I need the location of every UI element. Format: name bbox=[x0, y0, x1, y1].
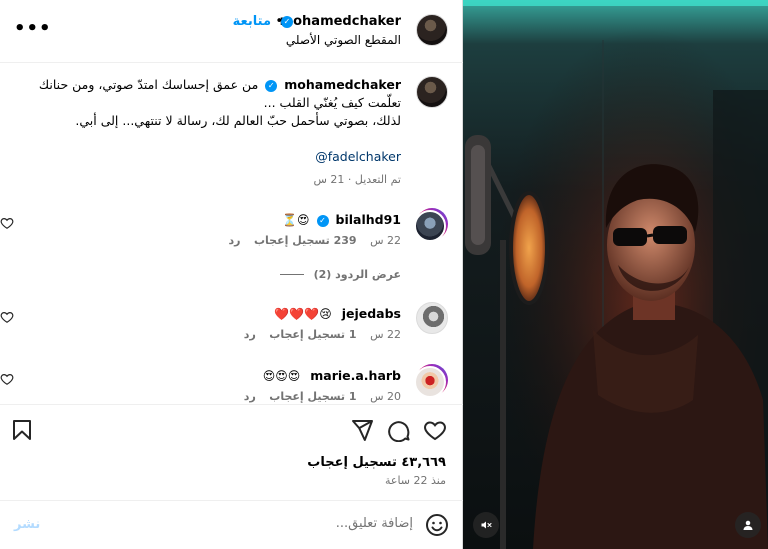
author-avatar[interactable] bbox=[416, 14, 448, 46]
comment-reply-button[interactable]: رد bbox=[244, 390, 256, 403]
add-comment-bar: نشر bbox=[0, 500, 463, 549]
caption-username[interactable]: mohamedchaker bbox=[284, 77, 401, 92]
separator-dot: • bbox=[275, 14, 283, 29]
comment-line: bilalhd91 ✓ 😍⏳ bbox=[282, 212, 401, 227]
comment-reply-button[interactable]: رد bbox=[228, 234, 240, 247]
follow-button[interactable]: متابعة bbox=[233, 14, 271, 29]
post-comment-button[interactable]: نشر bbox=[14, 517, 40, 532]
caption-line-1: من عمق إحساسك امتدّ صوتي، ومن حنانك bbox=[38, 77, 259, 92]
likes-count[interactable]: ٤٣,٦٦٩ تسجيل إعجاب bbox=[307, 455, 446, 470]
author-username[interactable]: mohamedchaker bbox=[280, 14, 401, 29]
comment-username[interactable]: jejedabs bbox=[342, 306, 401, 321]
like-heart-icon[interactable] bbox=[423, 418, 447, 442]
caption-verified-icon: ✓ bbox=[265, 79, 278, 92]
video-frame bbox=[463, 0, 768, 549]
speaker-muted-icon bbox=[481, 521, 492, 529]
comment-item: jejedabs 😢❤️❤️❤️ 22 س 1 تسجيل إعجاب رد bbox=[0, 302, 448, 352]
comment-meta: 22 س 239 تسجيل إعجاب رد bbox=[218, 234, 401, 247]
comment-likes[interactable]: 1 تسجيل إعجاب bbox=[269, 390, 356, 403]
comment-time: 22 س bbox=[370, 328, 401, 341]
caption-line-2: تعلّمت كيف يُغنّي القلب ... bbox=[263, 95, 401, 110]
comment-time: 20 س bbox=[370, 390, 401, 403]
post-caption: mohamedchaker ✓ من عمق إحساسك امتدّ صوتي… bbox=[18, 76, 448, 189]
share-send-icon[interactable] bbox=[350, 418, 374, 442]
comment-username[interactable]: marie.a.harb bbox=[310, 368, 401, 383]
comment-text: 😢❤️❤️❤️ bbox=[274, 307, 332, 321]
view-replies-label: عرض الردود (2) bbox=[313, 268, 401, 281]
comment-item: bilalhd91 ✓ 😍⏳ 22 س 239 تسجيل إعجاب رد bbox=[0, 208, 448, 258]
mute-toggle-button[interactable] bbox=[473, 512, 499, 538]
commenter-avatar[interactable] bbox=[414, 208, 448, 242]
comment-time: 22 س bbox=[370, 234, 401, 247]
save-bookmark-icon[interactable] bbox=[10, 418, 34, 442]
comment-likes[interactable]: 1 تسجيل إعجاب bbox=[269, 328, 356, 341]
comment-like-heart-icon[interactable] bbox=[0, 216, 14, 230]
caption-avatar[interactable] bbox=[416, 76, 448, 108]
caption-mention-link[interactable]: @fadelchaker bbox=[18, 148, 401, 166]
action-bar bbox=[0, 404, 463, 454]
comment-meta: 22 س 1 تسجيل إعجاب رد bbox=[234, 328, 401, 341]
comment-item: marie.a.harb 😍😍😍 20 س 1 تسجيل إعجاب رد bbox=[0, 364, 448, 404]
comment-text: 😍😍😍 bbox=[262, 369, 301, 383]
more-options-icon[interactable]: ••• bbox=[14, 18, 52, 39]
comment-bubble-icon[interactable] bbox=[387, 418, 411, 442]
commenter-avatar[interactable] bbox=[416, 302, 448, 334]
comment-text: 😍⏳ bbox=[282, 213, 310, 227]
original-audio-link[interactable]: المقطع الصوتي الأصلي bbox=[286, 33, 401, 47]
caption-body: mohamedchaker ✓ من عمق إحساسك امتدّ صوتي… bbox=[18, 76, 401, 189]
comment-username[interactable]: bilalhd91 bbox=[336, 212, 401, 227]
comment-like-heart-icon[interactable] bbox=[0, 372, 14, 386]
post-details-panel: mohamedchaker ✓ • متابعة المقطع الصوتي ا… bbox=[0, 0, 463, 549]
comment-reply-button[interactable]: رد bbox=[244, 328, 256, 341]
tagged-people-button[interactable] bbox=[735, 512, 761, 538]
comment-line: marie.a.harb 😍😍😍 bbox=[263, 368, 401, 383]
comment-likes[interactable]: 239 تسجيل إعجاب bbox=[254, 234, 357, 247]
emoji-picker-icon[interactable] bbox=[425, 513, 449, 537]
comment-input[interactable] bbox=[73, 516, 413, 531]
caption-line-3: لذلك، بصوتي سأحمل حبّ العالم لك، رسالة ل… bbox=[75, 113, 401, 128]
comment-meta: 20 س 1 تسجيل إعجاب رد bbox=[234, 390, 401, 403]
commenter-avatar[interactable] bbox=[414, 364, 448, 398]
caption-edited-time: تم التعديل · 21 س bbox=[313, 173, 401, 186]
view-replies-button[interactable]: عرض الردود (2) bbox=[279, 268, 401, 281]
comments-section[interactable]: mohamedchaker ✓ من عمق إحساسك امتدّ صوتي… bbox=[0, 64, 463, 404]
comment-like-heart-icon[interactable] bbox=[0, 310, 14, 324]
view-replies-rule bbox=[279, 274, 304, 275]
post-header: mohamedchaker ✓ • متابعة المقطع الصوتي ا… bbox=[0, 0, 463, 63]
comment-verified-icon: ✓ bbox=[316, 214, 329, 227]
person-icon bbox=[743, 520, 753, 530]
comment-line: jejedabs 😢❤️❤️❤️ bbox=[274, 306, 401, 321]
posted-time: منذ 22 ساعة bbox=[384, 474, 446, 487]
video-player[interactable] bbox=[463, 0, 768, 549]
